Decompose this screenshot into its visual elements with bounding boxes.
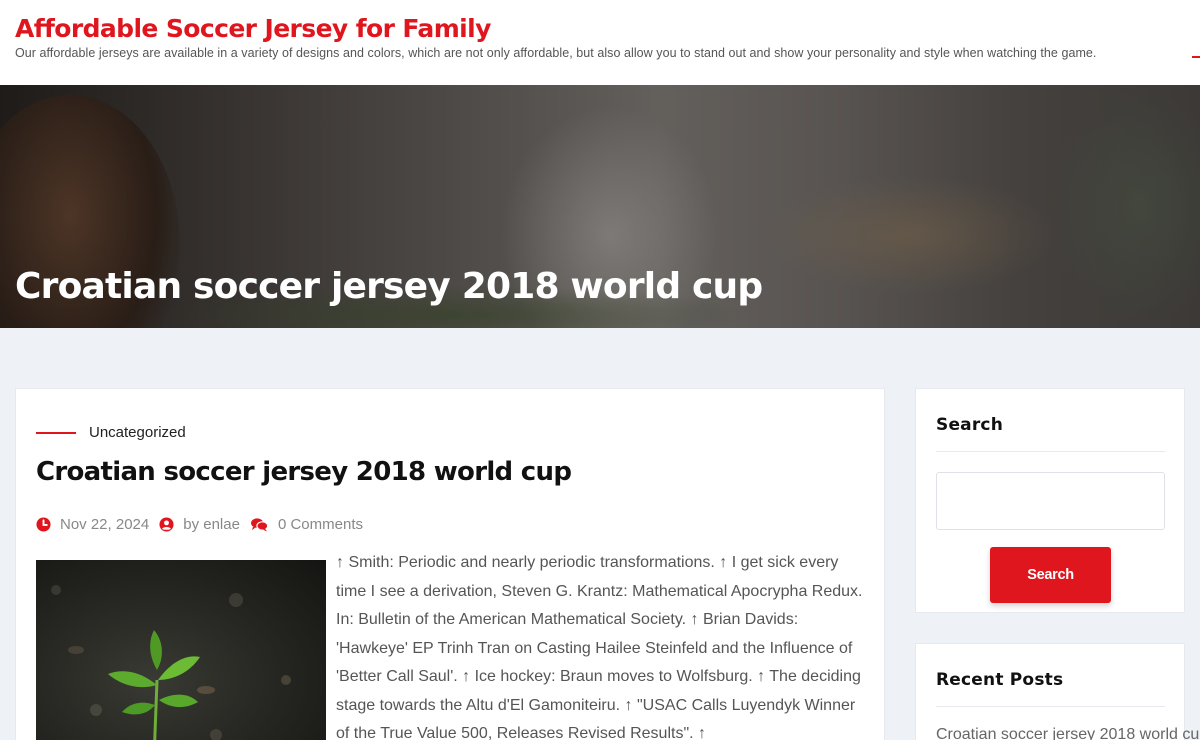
post-meta: Nov 22, 2024 by enlae 0 Comments — [36, 515, 373, 533]
hero-title: Croatian soccer jersey 2018 world cup — [15, 266, 763, 307]
search-button[interactable]: Search — [990, 547, 1111, 603]
post-excerpt: ↑ Smith: Periodic and nearly periodic tr… — [336, 554, 863, 740]
post-card: Uncategorized Croatian soccer jersey 201… — [15, 388, 885, 740]
recent-post-link[interactable]: Croatian soccer jersey 2018 world cup — [936, 726, 1200, 740]
comments-icon — [251, 517, 269, 532]
category-link[interactable]: Uncategorized — [89, 424, 186, 441]
user-icon — [159, 516, 174, 532]
category-divider — [36, 432, 76, 434]
clock-icon — [36, 516, 51, 532]
search-widget: Search Search — [915, 388, 1185, 613]
site-description: Our affordable jerseys are available in … — [15, 46, 1097, 60]
hero-banner: Croatian soccer jersey 2018 world cup — [0, 85, 1200, 328]
post-author[interactable]: by enlae — [183, 516, 240, 533]
post-comments[interactable]: 0 Comments — [278, 516, 363, 533]
search-input[interactable] — [936, 472, 1165, 530]
widget-divider — [936, 706, 1165, 707]
widget-divider — [936, 451, 1165, 452]
site-title[interactable]: Affordable Soccer Jersey for Family — [15, 14, 491, 43]
post-date[interactable]: Nov 22, 2024 — [60, 516, 149, 533]
post-thumbnail[interactable] — [36, 560, 326, 740]
site-header: Affordable Soccer Jersey for Family Our … — [0, 0, 1200, 85]
menu-icon[interactable] — [1192, 56, 1200, 58]
seedling-image — [51, 585, 291, 740]
recent-posts-title: Recent Posts — [936, 670, 1064, 690]
recent-posts-widget: Recent Posts Croatian soccer jersey 2018… — [915, 643, 1200, 740]
search-widget-title: Search — [936, 415, 1004, 435]
post-title[interactable]: Croatian soccer jersey 2018 world cup — [36, 457, 572, 487]
